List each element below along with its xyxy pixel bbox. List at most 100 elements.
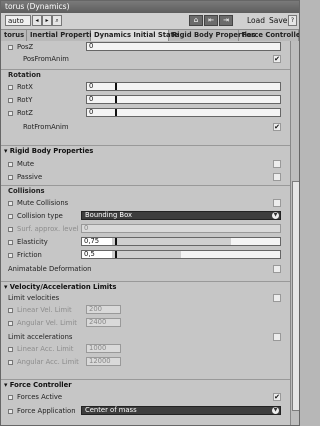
passive-checkbox[interactable] — [273, 173, 281, 181]
rotx-anim-dot[interactable] — [8, 85, 13, 90]
toolbar: auto ◂ ▸ ⌕ ⌂ ⇤ ⇥ Load Save ? — [1, 13, 299, 30]
tab-inertial-properties[interactable]: Inertial Properties — [27, 30, 100, 41]
rigid-body-title-text: Rigid Body Properties — [9, 147, 94, 155]
force-application-anim-dot[interactable] — [8, 409, 13, 414]
help-button[interactable]: ? — [288, 15, 297, 26]
prev-arrow-icon[interactable]: ◂ — [32, 15, 42, 26]
forces-active-row: Forces Active ✔ — [1, 391, 290, 403]
forces-active-checkbox[interactable]: ✔ — [273, 393, 281, 401]
load-button[interactable]: Load — [247, 15, 265, 26]
copy-icon[interactable]: ⇤ — [204, 15, 218, 26]
angular-vel-row: Angular Vel. Limit 2400 — [1, 317, 290, 329]
posz-value[interactable]: 0 — [87, 43, 93, 50]
friction-label: Friction — [17, 251, 42, 259]
posz-slider[interactable]: 0 — [86, 42, 281, 51]
rotz-value[interactable]: 0 — [87, 109, 93, 116]
posz-anim-dot[interactable] — [8, 45, 13, 50]
pos-from-anim-row: PosFromAnim ✔ — [1, 53, 290, 65]
passive-row: Passive — [1, 171, 290, 183]
linear-vel-field[interactable]: 200 — [86, 305, 121, 314]
limit-acc-row: Limit accelerations — [1, 331, 290, 343]
property-panel: PosZ 0 PosFromAnim ✔ Rotation RotX 0 Rot… — [1, 41, 290, 425]
collision-type-anim-dot[interactable] — [8, 214, 13, 219]
posz-label: PosZ — [17, 43, 34, 51]
roty-anim-dot[interactable] — [8, 98, 13, 103]
auto-selector[interactable]: auto — [5, 15, 31, 26]
elasticity-label: Elasticity — [17, 238, 48, 246]
surf-approx-row: Surf. approx. level 0 — [1, 223, 290, 235]
mute-collisions-anim-dot[interactable] — [8, 201, 13, 206]
elasticity-value[interactable]: 0,75 — [82, 238, 112, 245]
forces-active-anim-dot[interactable] — [8, 395, 13, 400]
elasticity-anim-dot[interactable] — [8, 240, 13, 245]
posz-row: PosZ 0 — [1, 41, 290, 53]
force-application-dropdown[interactable]: Center of mass ▼ — [81, 406, 281, 415]
angular-vel-anim-dot[interactable] — [8, 321, 13, 326]
next-arrow-icon[interactable]: ▸ — [42, 15, 52, 26]
mute-collisions-row: Mute Collisions — [1, 197, 290, 209]
linear-acc-anim-dot[interactable] — [8, 347, 13, 352]
search-node-icon[interactable]: ⌕ — [52, 15, 62, 26]
linear-vel-anim-dot[interactable] — [8, 308, 13, 313]
home-icon[interactable]: ⌂ — [189, 15, 203, 26]
mute-collisions-checkbox[interactable] — [273, 199, 281, 207]
limit-acc-label: Limit accelerations — [8, 333, 73, 341]
elasticity-slider[interactable]: 0,75 — [81, 237, 281, 246]
rigid-body-section[interactable]: ▾ Rigid Body Properties — [1, 145, 290, 157]
rotation-header: Rotation — [1, 69, 290, 81]
force-application-row: Force Application Center of mass ▼ — [1, 405, 290, 417]
animatable-deformation-checkbox[interactable] — [273, 265, 281, 273]
limit-velocities-row: Limit velocities — [1, 292, 290, 304]
roty-row: RotY 0 — [1, 94, 290, 106]
rotation-title: Rotation — [8, 71, 41, 79]
surf-approx-label: Surf. approx. level — [17, 225, 79, 233]
rotz-slider[interactable]: 0 — [86, 108, 281, 117]
rotz-label: RotZ — [17, 109, 33, 117]
tab-dynamics-initial-state[interactable]: Dynamics Initial State — [91, 30, 179, 41]
scrollbar-thumb[interactable] — [292, 181, 299, 411]
angular-acc-anim-dot[interactable] — [8, 360, 13, 365]
linear-acc-field[interactable]: 1000 — [86, 344, 121, 353]
window-title: torus (Dynamics) — [1, 1, 299, 13]
pos-from-anim-label: PosFromAnim — [23, 55, 69, 63]
force-controller-section[interactable]: ▾ Force Controller — [1, 379, 290, 391]
pos-from-anim-checkbox[interactable]: ✔ — [273, 55, 281, 63]
rot-from-anim-row: RotFromAnim ✔ — [1, 121, 290, 133]
tab-rigid-body-properties[interactable]: Rigid Body Properties — [169, 30, 256, 41]
rotz-marker — [115, 109, 117, 116]
linear-acc-label: Linear Acc. Limit — [17, 345, 74, 353]
collisions-header: Collisions — [1, 185, 290, 197]
friction-value[interactable]: 0,5 — [82, 251, 112, 258]
tab-torus[interactable]: torus — [1, 30, 27, 41]
rigid-body-title: ▾ Rigid Body Properties — [4, 147, 94, 155]
roty-value[interactable]: 0 — [87, 96, 93, 103]
surf-approx-field[interactable]: 0 — [81, 224, 281, 233]
rotz-anim-dot[interactable] — [8, 111, 13, 116]
rot-from-anim-label: RotFromAnim — [23, 123, 69, 131]
mute-checkbox[interactable] — [273, 160, 281, 168]
roty-marker — [115, 96, 117, 103]
tab-force-controller[interactable]: Force Controller — [239, 30, 299, 41]
collision-type-dropdown[interactable]: Bounding Box ▼ — [81, 211, 281, 220]
vertical-scrollbar[interactable] — [290, 41, 299, 425]
rotx-value[interactable]: 0 — [87, 83, 93, 90]
paste-icon[interactable]: ⇥ — [219, 15, 233, 26]
linear-vel-label: Linear Vel. Limit — [17, 306, 72, 314]
friction-anim-dot[interactable] — [8, 253, 13, 258]
collision-type-label: Collision type — [17, 212, 63, 220]
mute-anim-dot[interactable] — [8, 162, 13, 167]
limit-velocities-checkbox[interactable] — [273, 294, 281, 302]
collisions-title: Collisions — [8, 187, 45, 195]
save-button[interactable]: Save — [269, 15, 287, 26]
roty-slider[interactable]: 0 — [86, 95, 281, 104]
rotx-slider[interactable]: 0 — [86, 82, 281, 91]
animatable-deformation-row: Animatable Deformation — [1, 263, 290, 275]
surf-approx-anim-dot[interactable] — [8, 227, 13, 232]
rot-from-anim-checkbox[interactable]: ✔ — [273, 123, 281, 131]
friction-slider[interactable]: 0,5 — [81, 250, 281, 259]
angular-vel-field[interactable]: 2400 — [86, 318, 121, 327]
limit-acc-checkbox[interactable] — [273, 333, 281, 341]
angular-acc-field[interactable]: 12000 — [86, 357, 121, 366]
elasticity-row: Elasticity 0,75 — [1, 236, 290, 248]
passive-anim-dot[interactable] — [8, 175, 13, 180]
